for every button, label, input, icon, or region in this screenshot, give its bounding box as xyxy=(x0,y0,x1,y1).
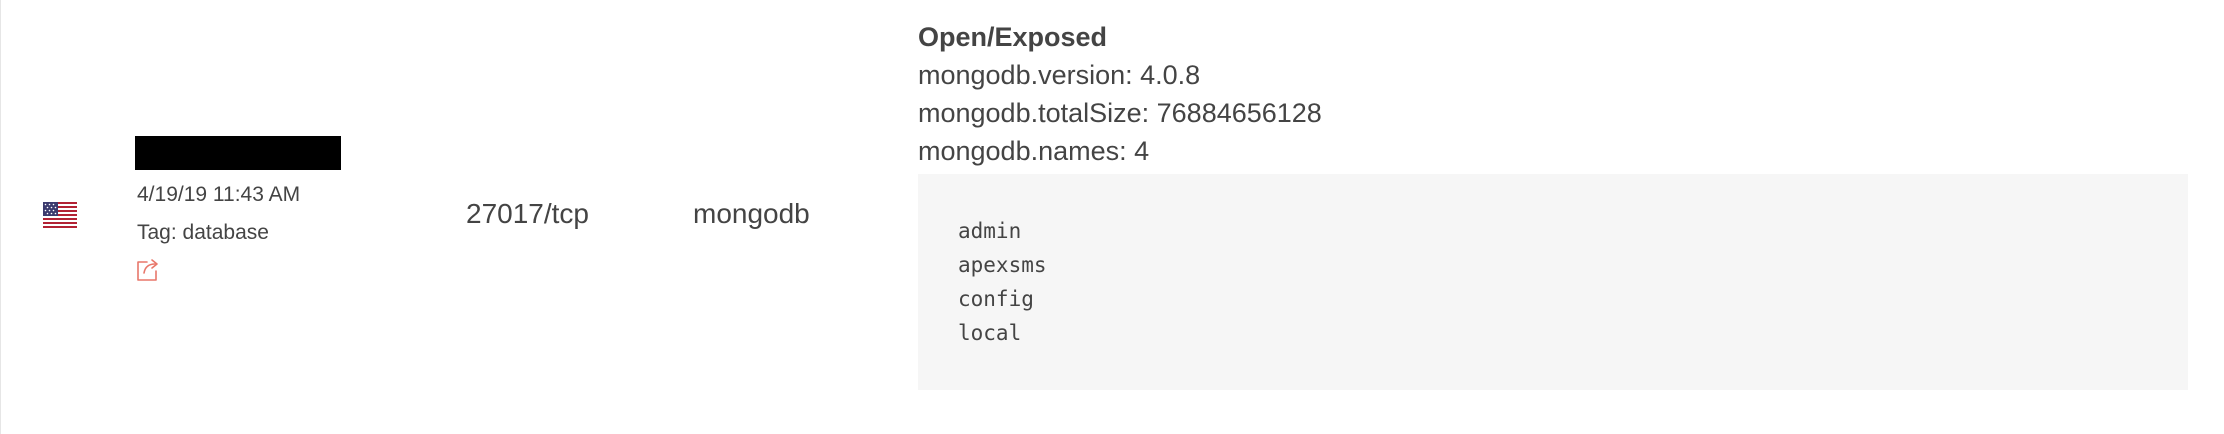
database-name: local xyxy=(958,321,1022,345)
product-label: mongodb xyxy=(693,198,810,229)
redacted-ip-link[interactable] xyxy=(135,136,341,170)
tag-label: Tag: database xyxy=(137,221,269,244)
mongodb-names-field: mongodb.names: 4 xyxy=(918,136,1150,166)
database-name: apexsms xyxy=(958,253,1047,277)
database-name: config xyxy=(958,287,1034,311)
database-names-block: admin apexsms config local xyxy=(918,174,2188,390)
share-icon[interactable] xyxy=(135,256,163,282)
mongodb-totalsize-field: mongodb.totalSize: 76884656128 xyxy=(918,98,1322,128)
result-row: 4/19/19 11:43 AM Tag: database 27017/tcp… xyxy=(0,0,2224,434)
timestamp: 4/19/19 11:43 AM xyxy=(137,183,301,206)
status-heading: Open/Exposed xyxy=(918,22,1108,52)
banner-details: Open/Exposed mongodb.version: 4.0.8 mong… xyxy=(918,18,2188,390)
database-name: admin xyxy=(958,219,1022,243)
mongodb-version-field: mongodb.version: 4.0.8 xyxy=(918,60,1201,90)
us-flag-icon xyxy=(43,202,77,228)
port-label: 27017/tcp xyxy=(466,198,589,229)
